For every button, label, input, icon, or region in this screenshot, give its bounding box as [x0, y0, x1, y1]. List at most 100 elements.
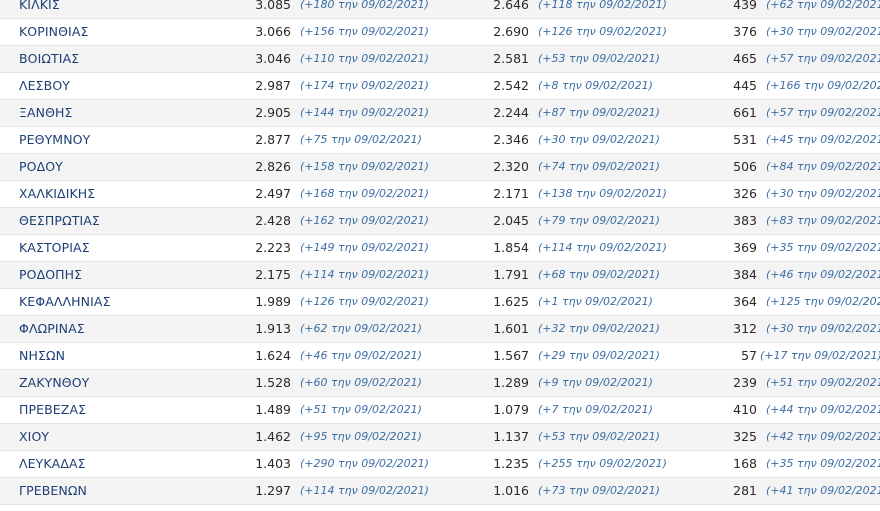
second-metric-value: 1.567: [493, 348, 529, 363]
third-metric-change: (+62 την 09/02/2021): [766, 0, 880, 11]
second-metric-value: 1.625: [493, 294, 529, 309]
total-cases-value: 2.987: [255, 78, 291, 93]
table-row: ΧΑΛΚΙΔΙΚΗΣ 2.497 (+168 την 09/02/2021) 2.17…: [0, 181, 880, 208]
region-name[interactable]: ΛΕΣΒΟΥ: [19, 73, 70, 99]
table-row: ΦΛΩΡΙΝΑΣ 1.913 (+62 την 09/02/2021) 1.601 (+…: [0, 316, 880, 343]
second-metric-change: (+87 την 09/02/2021): [538, 106, 660, 119]
second-metric-change: (+53 την 09/02/2021): [538, 52, 660, 65]
total-cases-value: 1.297: [255, 483, 291, 498]
regions-table: ΚΙΛΚΙΣ 3.085 (+180 την 09/02/2021) 2.646 (+1…: [0, 0, 880, 511]
total-cases-change: (+180 την 09/02/2021): [300, 0, 429, 11]
region-name[interactable]: ΒΟΙΩΤΙΑΣ: [19, 46, 79, 72]
total-cases-change: (+168 την 09/02/2021): [300, 187, 429, 200]
table-row: ΚΑΣΤΟΡΙΑΣ 2.223 (+149 την 09/02/2021) 1.854…: [0, 235, 880, 262]
total-cases-change: (+149 την 09/02/2021): [300, 241, 429, 254]
total-cases-change: (+156 την 09/02/2021): [300, 25, 429, 38]
total-cases-change: (+110 την 09/02/2021): [300, 52, 429, 65]
region-name[interactable]: ΠΡΕΒΕΖΑΣ: [19, 397, 86, 423]
region-name[interactable]: ΚΑΣΤΟΡΙΑΣ: [19, 235, 90, 261]
table-row: ΛΕΣΒΟΥ 2.987 (+174 την 09/02/2021) 2.542 (+8…: [0, 73, 880, 100]
third-metric-change: (+30 την 09/02/2021): [766, 322, 880, 335]
total-cases-value: 1.462: [255, 429, 291, 444]
region-name[interactable]: ΧΑΛΚΙΔΙΚΗΣ: [19, 181, 95, 207]
region-name[interactable]: ΡΕΘΥΜΝΟΥ: [19, 127, 90, 153]
second-metric-value: 2.690: [493, 24, 529, 39]
second-metric-value: 1.235: [493, 456, 529, 471]
total-cases-change: (+114 την 09/02/2021): [300, 484, 429, 497]
table-row: ΖΑΚΥΝΘΟΥ 1.528 (+60 την 09/02/2021) 1.289 (+…: [0, 370, 880, 397]
region-name[interactable]: ΧΙΟΥ: [19, 424, 49, 450]
total-cases-change: (+144 την 09/02/2021): [300, 106, 429, 119]
table-row: ΡΕΘΥΜΝΟΥ 2.877 (+75 την 09/02/2021) 2.346 (+…: [0, 127, 880, 154]
table-row: ΛΕΥΚΑΔΑΣ 1.403 (+290 την 09/02/2021) 1.235 (…: [0, 451, 880, 478]
second-metric-change: (+73 την 09/02/2021): [538, 484, 660, 497]
total-cases-value: 2.905: [255, 105, 291, 120]
region-name[interactable]: ΚΟΡΙΝΘΙΑΣ: [19, 19, 89, 45]
third-metric-value: 369: [733, 240, 757, 255]
total-cases-change: (+174 την 09/02/2021): [300, 79, 429, 92]
third-metric-value: 326: [733, 186, 757, 201]
second-metric-value: 2.244: [493, 105, 529, 120]
second-metric-value: 2.646: [493, 0, 529, 12]
region-name[interactable]: ΡΟΔΟΠΗΣ: [19, 262, 82, 288]
region-name[interactable]: ΖΑΚΥΝΘΟΥ: [19, 370, 89, 396]
third-metric-change: (+166 την 09/02/2021): [766, 79, 880, 92]
second-metric-value: 1.016: [493, 483, 529, 498]
region-name[interactable]: ΘΕΣΠΡΩΤΙΑΣ: [19, 208, 100, 234]
total-cases-change: (+95 την 09/02/2021): [300, 430, 422, 443]
second-metric-change: (+8 την 09/02/2021): [538, 79, 653, 92]
total-cases-value: 1.989: [255, 294, 291, 309]
total-cases-change: (+158 την 09/02/2021): [300, 160, 429, 173]
third-metric-value: 506: [733, 159, 757, 174]
second-metric-value: 1.289: [493, 375, 529, 390]
total-cases-value: 1.528: [255, 375, 291, 390]
third-metric-value: 57: [741, 348, 757, 363]
second-metric-value: 2.542: [493, 78, 529, 93]
second-metric-change: (+138 την 09/02/2021): [538, 187, 667, 200]
total-cases-change: (+60 την 09/02/2021): [300, 376, 422, 389]
second-metric-change: (+1 την 09/02/2021): [538, 295, 653, 308]
third-metric-change: (+41 την 09/02/2021): [766, 484, 880, 497]
region-name[interactable]: ΝΗΣΩΝ: [19, 343, 65, 369]
total-cases-value: 3.066: [255, 24, 291, 39]
region-name[interactable]: ΚΙΛΚΙΣ: [19, 0, 60, 18]
region-name[interactable]: ΦΛΩΡΙΝΑΣ: [19, 316, 85, 342]
third-metric-value: 325: [733, 429, 757, 444]
second-metric-change: (+74 την 09/02/2021): [538, 160, 660, 173]
table-row: ΒΟΙΩΤΙΑΣ 3.046 (+110 την 09/02/2021) 2.581 (…: [0, 46, 880, 73]
total-cases-value: 2.223: [255, 240, 291, 255]
third-metric-change: (+42 την 09/02/2021): [766, 430, 880, 443]
total-cases-value: 2.428: [255, 213, 291, 228]
third-metric-value: 312: [733, 321, 757, 336]
third-metric-change: (+57 την 09/02/2021): [766, 106, 880, 119]
region-name[interactable]: ΓΡΕΒΕΝΩΝ: [19, 478, 87, 504]
third-metric-value: 465: [733, 51, 757, 66]
third-metric-change: (+83 την 09/02/2021): [766, 214, 880, 227]
table-row: ΚΙΛΚΙΣ 3.085 (+180 την 09/02/2021) 2.646 (+1…: [0, 0, 880, 19]
region-name[interactable]: ΞΑΝΘΗΣ: [19, 100, 73, 126]
region-name[interactable]: ΛΕΥΚΑΔΑΣ: [19, 451, 86, 477]
third-metric-change: (+35 την 09/02/2021): [766, 457, 880, 470]
third-metric-change: (+51 την 09/02/2021): [766, 376, 880, 389]
total-cases-value: 1.624: [255, 348, 291, 363]
total-cases-change: (+51 την 09/02/2021): [300, 403, 422, 416]
third-metric-value: 531: [733, 132, 757, 147]
second-metric-change: (+32 την 09/02/2021): [538, 322, 660, 335]
total-cases-change: (+75 την 09/02/2021): [300, 133, 422, 146]
second-metric-value: 1.854: [493, 240, 529, 255]
third-metric-value: 281: [733, 483, 757, 498]
table-row: ΞΑΝΘΗΣ 2.905 (+144 την 09/02/2021) 2.244 (+8…: [0, 100, 880, 127]
region-name[interactable]: ΚΕΦΑΛΛΗΝΙΑΣ: [19, 289, 111, 315]
table-row: ΡΟΔΟΠΗΣ 2.175 (+114 την 09/02/2021) 1.791 (+…: [0, 262, 880, 289]
table-row: ΓΡΕΒΕΝΩΝ 1.297 (+114 την 09/02/2021) 1.016 (…: [0, 478, 880, 505]
second-metric-value: 1.079: [493, 402, 529, 417]
table-row: ΠΡΕΒΕΖΑΣ 1.489 (+51 την 09/02/2021) 1.079 (+…: [0, 397, 880, 424]
second-metric-value: 2.581: [493, 51, 529, 66]
second-metric-change: (+114 την 09/02/2021): [538, 241, 667, 254]
region-name[interactable]: ΡΟΔΟΥ: [19, 154, 63, 180]
total-cases-change: (+114 την 09/02/2021): [300, 268, 429, 281]
third-metric-change: (+84 την 09/02/2021): [766, 160, 880, 173]
third-metric-value: 445: [733, 78, 757, 93]
third-metric-change: (+30 την 09/02/2021): [766, 25, 880, 38]
total-cases-value: 1.489: [255, 402, 291, 417]
